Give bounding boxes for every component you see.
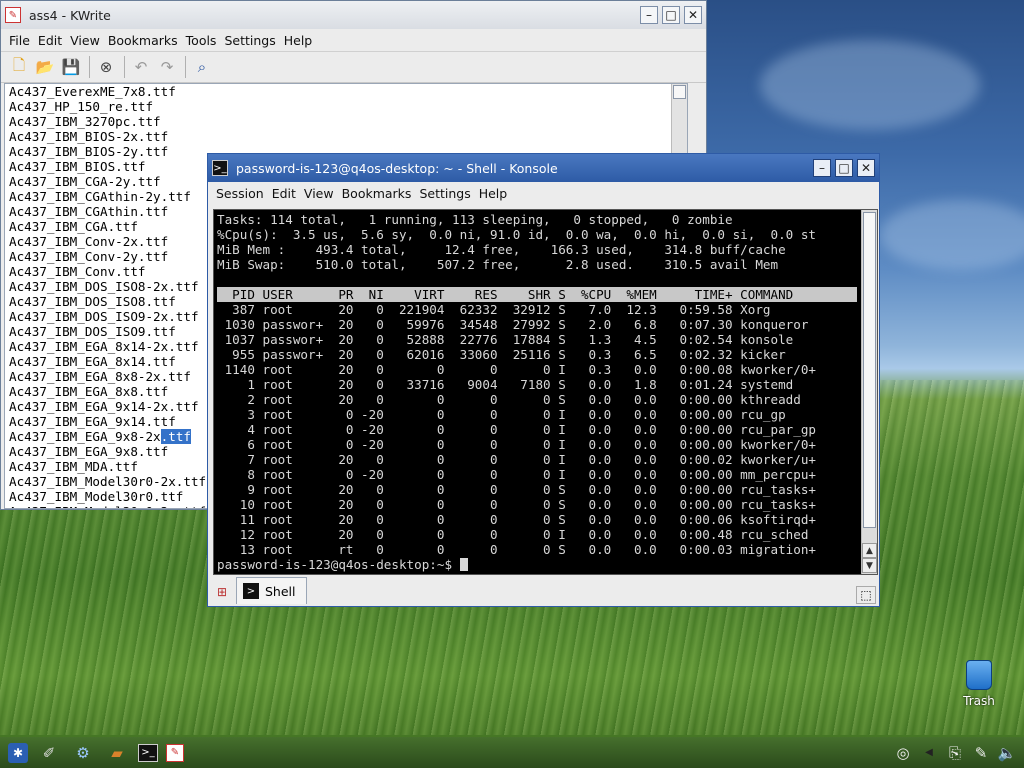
process-row: 387 root 20 0 221904 62332 32912 S 7.0 1… — [217, 302, 771, 317]
kw-menu-tools[interactable]: Tools — [186, 33, 217, 48]
process-row: 8 root 0 -20 0 0 0 I 0.0 0.0 0:00.00 mm_… — [217, 467, 816, 482]
clipboard-icon[interactable]: ⎘ — [944, 740, 966, 766]
process-row: 4 root 0 -20 0 0 0 I 0.0 0.0 0:00.00 rcu… — [217, 422, 816, 437]
ks-menu-settings[interactable]: Settings — [419, 186, 470, 201]
kw-menu-edit[interactable]: Edit — [38, 33, 62, 48]
kwrite-toolbar: 🗋 📂 💾 ⊗ ↶ ↷ ⌕ — [1, 51, 706, 83]
trash-icon — [966, 660, 992, 690]
kw-menu-bookmarks[interactable]: Bookmarks — [108, 33, 178, 48]
terminal-icon: > — [243, 583, 259, 599]
close-button[interactable]: ✕ — [684, 6, 702, 24]
network-launcher-icon[interactable]: ⚙ — [70, 740, 96, 766]
shell-prompt: password-is-123@q4os-desktop:~$ — [217, 557, 460, 572]
process-row: 7 root 20 0 0 0 0 I 0.0 0.0 0:00.02 kwor… — [217, 452, 816, 467]
process-row: 955 passwor+ 20 0 62016 33060 25116 S 0.… — [217, 347, 786, 362]
toolbar-separator — [124, 56, 125, 78]
settings-launcher-icon[interactable]: ✐ — [36, 740, 62, 766]
process-table-header: PID USER PR NI VIRT RES SHR S %CPU %MEM … — [217, 287, 857, 302]
ks-menu-session[interactable]: Session — [216, 186, 264, 201]
process-row: 6 root 0 -20 0 0 0 I 0.0 0.0 0:00.00 kwo… — [217, 437, 816, 452]
kwrite-titlebar[interactable]: ✎ ass4 - KWrite – □ ✕ — [1, 1, 706, 29]
selected-text: .ttf — [160, 429, 191, 444]
toolbar-separator — [89, 56, 90, 78]
trash-desktop-icon[interactable]: Trash — [954, 660, 1004, 708]
scroll-down-arrow[interactable]: ▼ — [862, 558, 877, 573]
editor-line: Ac437_HP_150_re.ttf — [9, 99, 154, 114]
taskbar: ✱ ✐ ⚙ ▰ >_ ✎ ◎ ◀ ⎘ ✎ 🔈 — [0, 737, 1024, 768]
top-summary-line: MiB Mem : 493.4 total, 12.4 free, 166.3 … — [217, 242, 786, 257]
ks-menu-bookmarks[interactable]: Bookmarks — [342, 186, 412, 201]
terminal-scrollbar[interactable]: ▲ ▼ — [861, 210, 877, 574]
close-document-icon[interactable]: ⊗ — [94, 55, 118, 79]
tab-shell[interactable]: > Shell — [236, 577, 307, 604]
scroll-up-arrow[interactable]: ▲ — [862, 543, 877, 558]
new-document-icon[interactable]: 🗋 — [7, 55, 31, 79]
konsole-titlebar[interactable]: >_ password-is-123@q4os-desktop: ~ - She… — [208, 154, 879, 182]
new-tab-icon[interactable]: ⊞ — [210, 580, 234, 604]
kwrite-window-title: ass4 - KWrite — [29, 7, 111, 23]
maximize-button[interactable]: □ — [835, 159, 853, 177]
save-icon[interactable]: 💾 — [59, 55, 83, 79]
open-folder-icon[interactable]: 📂 — [33, 55, 57, 79]
kw-menu-help[interactable]: Help — [284, 33, 313, 48]
process-row: 12 root 20 0 0 0 0 I 0.0 0.0 0:00.48 rcu… — [217, 527, 809, 542]
konsole-window[interactable]: >_ password-is-123@q4os-desktop: ~ - She… — [207, 153, 880, 607]
toolbar-separator — [185, 56, 186, 78]
terminal-cursor — [459, 558, 468, 571]
kwrite-task-icon[interactable]: ✎ — [166, 743, 184, 762]
kwrite-menubar: File Edit View Bookmarks Tools Settings Help — [1, 29, 706, 51]
konsole-tabbar: ⊞ > Shell ⬚ — [210, 576, 878, 604]
kw-menu-file[interactable]: File — [9, 33, 30, 48]
konsole-task-icon[interactable]: >_ — [138, 743, 158, 762]
trash-label: Trash — [963, 694, 995, 708]
ks-menu-edit[interactable]: Edit — [272, 186, 296, 201]
process-row: 13 root rt 0 0 0 0 S 0.0 0.0 0:00.03 mig… — [217, 542, 816, 557]
scrollbar-thumb[interactable] — [673, 85, 686, 99]
start-menu-icon[interactable]: ✱ — [8, 742, 28, 763]
process-row: 9 root 20 0 0 0 0 S 0.0 0.0 0:00.00 rcu_… — [217, 482, 816, 497]
top-summary-line: MiB Swap: 510.0 total, 507.2 free, 2.8 u… — [217, 257, 779, 272]
top-summary-line: %Cpu(s): 3.5 us, 5.6 sy, 0.0 ni, 91.0 id… — [217, 227, 816, 242]
close-tab-icon[interactable]: ⬚ — [856, 586, 876, 604]
scrollbar-thumb[interactable] — [863, 212, 876, 528]
maximize-button[interactable]: □ — [662, 6, 680, 24]
ks-menu-help[interactable]: Help — [479, 186, 508, 201]
process-row: 11 root 20 0 0 0 0 S 0.0 0.0 0:00.06 kso… — [217, 512, 816, 527]
process-row: 1 root 20 0 33716 9004 7180 S 0.0 1.8 0:… — [217, 377, 794, 392]
process-row: 3 root 0 -20 0 0 0 I 0.0 0.0 0:00.00 rcu… — [217, 407, 786, 422]
process-row: 2 root 20 0 0 0 0 S 0.0 0.0 0:00.00 kthr… — [217, 392, 801, 407]
top-summary-line: Tasks: 114 total, 1 running, 113 sleepin… — [217, 212, 733, 227]
minimize-button[interactable]: – — [640, 6, 658, 24]
editor-line: Ac437_IBM_3270pc.ttf — [9, 114, 161, 129]
cd-drive-icon[interactable]: ◎ — [892, 740, 914, 766]
konsole-window-title: password-is-123@q4os-desktop: ~ - Shell … — [236, 160, 558, 176]
editor-line: Ac437_IBM_BIOS-2x.ttf — [9, 129, 169, 144]
system-tray: ◎ ◀ ⎘ ✎ 🔈 — [888, 737, 1018, 768]
process-row: 1140 root 20 0 0 0 0 I 0.3 0.0 0:00.08 k… — [217, 362, 816, 377]
process-row: 1030 passwor+ 20 0 59976 34548 27992 S 2… — [217, 317, 809, 332]
find-icon[interactable]: ⌕ — [190, 55, 214, 79]
volume-icon[interactable]: 🔈 — [996, 740, 1018, 766]
kw-menu-view[interactable]: View — [70, 33, 100, 48]
terminal-display[interactable]: Tasks: 114 total, 1 running, 113 sleepin… — [213, 209, 878, 575]
tray-collapse-icon[interactable]: ◀ — [918, 740, 940, 766]
editor-line: Ac437_EverexME_7x8.ttf — [9, 84, 176, 99]
tools-icon[interactable]: ✎ — [970, 740, 992, 766]
file-manager-icon[interactable]: ▰ — [104, 740, 130, 766]
process-row: 10 root 20 0 0 0 0 S 0.0 0.0 0:00.00 rcu… — [217, 497, 816, 512]
tab-shell-label: Shell — [265, 583, 296, 599]
konsole-menubar: Session Edit View Bookmarks Settings Help — [208, 182, 879, 204]
kw-menu-settings[interactable]: Settings — [224, 33, 275, 48]
close-button[interactable]: ✕ — [857, 159, 875, 177]
minimize-button[interactable]: – — [813, 159, 831, 177]
process-row: 1037 passwor+ 20 0 52888 22776 17884 S 1… — [217, 332, 794, 347]
terminal-output: Tasks: 114 total, 1 running, 113 sleepin… — [214, 210, 877, 572]
redo-icon[interactable]: ↷ — [155, 55, 179, 79]
kwrite-app-icon: ✎ — [5, 7, 21, 23]
undo-icon[interactable]: ↶ — [129, 55, 153, 79]
top-summary-line — [217, 272, 877, 287]
terminal-app-icon: >_ — [212, 160, 228, 176]
ks-menu-view[interactable]: View — [304, 186, 334, 201]
